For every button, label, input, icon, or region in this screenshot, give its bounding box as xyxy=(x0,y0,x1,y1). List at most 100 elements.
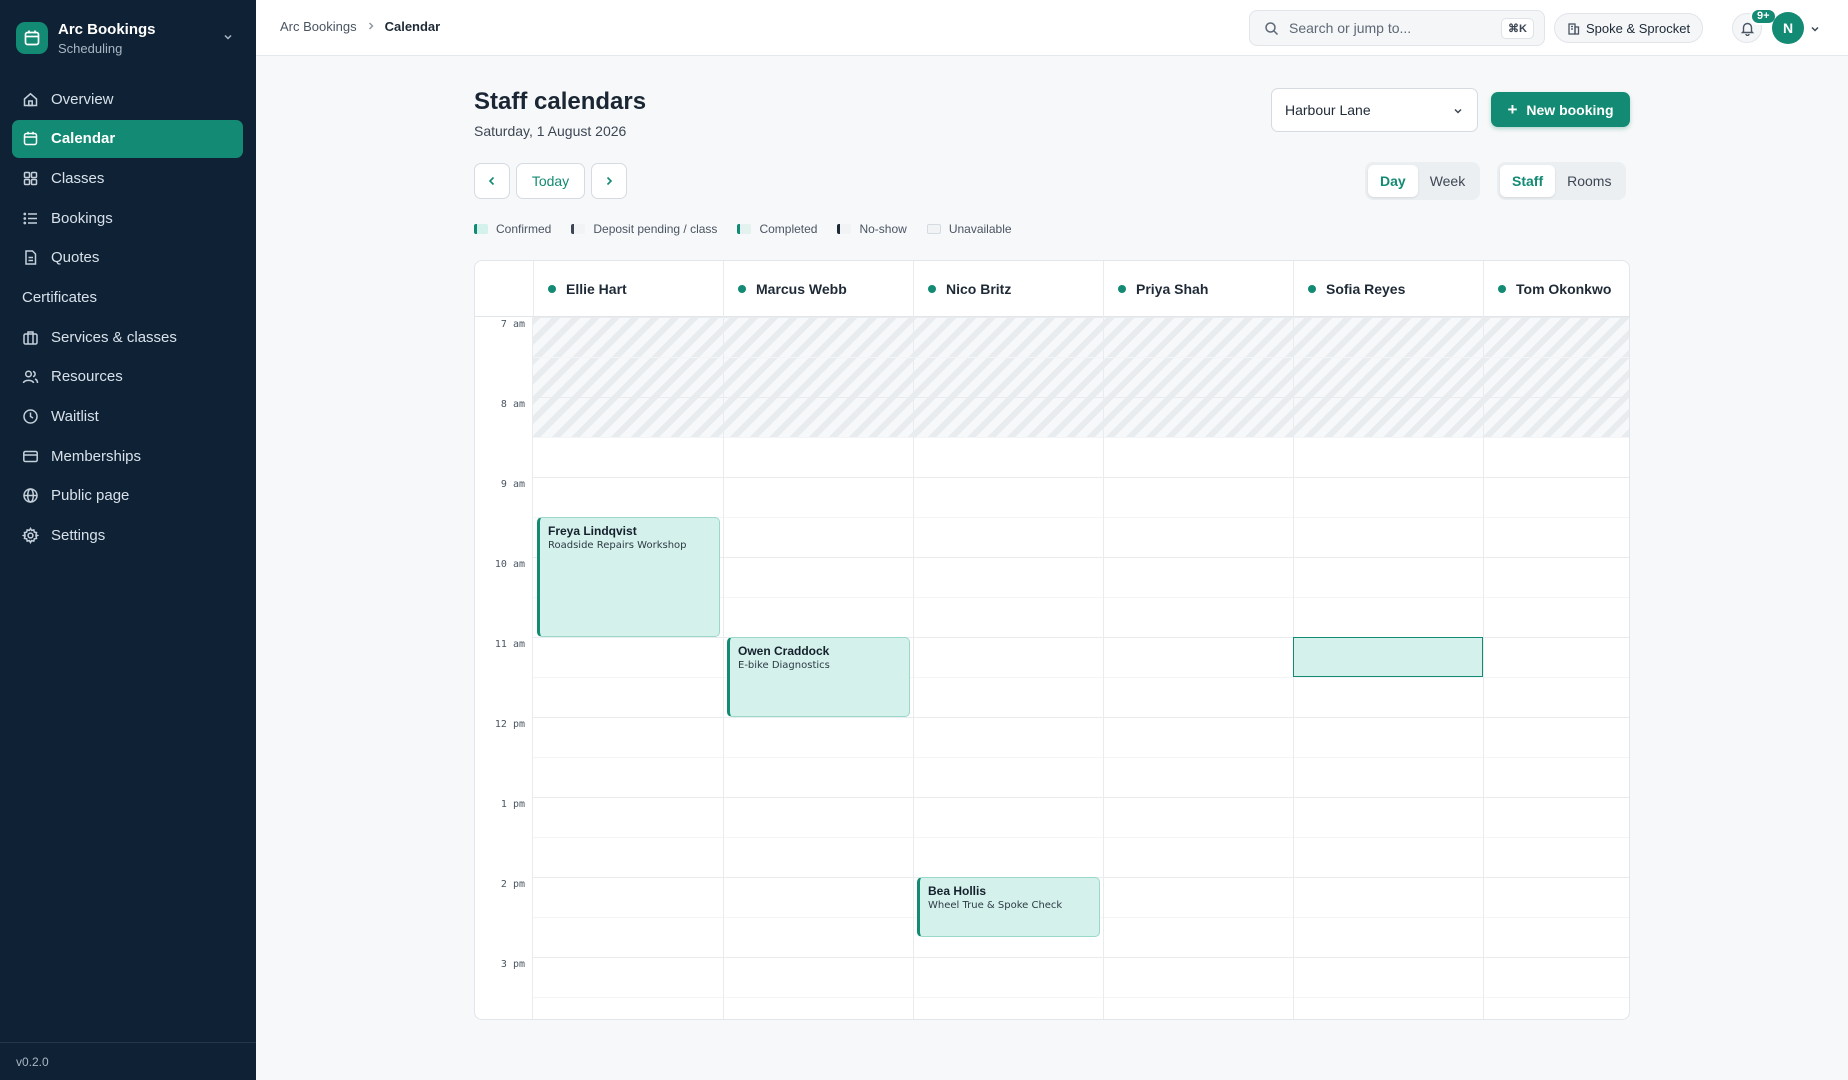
avatar[interactable]: N xyxy=(1772,12,1804,44)
sidebar-item-label: Certificates xyxy=(22,288,98,306)
next-day-button[interactable] xyxy=(591,163,627,199)
sidebar-item-services[interactable]: Services & classes xyxy=(12,318,243,356)
event-customer: Owen Craddock xyxy=(738,644,830,658)
legend-item: Confirmed xyxy=(474,222,551,236)
status-dot xyxy=(1118,285,1126,293)
grid-line xyxy=(533,477,1629,478)
grid-line xyxy=(533,957,1629,958)
today-button[interactable]: Today xyxy=(516,163,585,199)
status-dot xyxy=(1308,285,1316,293)
sidebar-item-resources[interactable]: Resources xyxy=(12,358,243,396)
sidebar-item-classes[interactable]: Classes xyxy=(12,159,243,197)
sidebar-item-label: Quotes xyxy=(51,249,100,267)
mode-rooms-button[interactable]: Rooms xyxy=(1555,165,1623,197)
booking-event[interactable]: Freya Lindqvist Roadside Repairs Worksho… xyxy=(537,517,720,637)
time-label: 1 pm xyxy=(500,799,525,810)
status-dot xyxy=(548,285,556,293)
grid-line xyxy=(1103,317,1104,1019)
staff-name: Ellie Hart xyxy=(566,281,627,297)
calendar-logo-icon xyxy=(16,22,48,54)
sidebar-item-label: Services & classes xyxy=(51,328,177,346)
search-icon xyxy=(1264,21,1279,36)
search-shortcut: ⌘K xyxy=(1501,18,1534,39)
sidebar-item-quotes[interactable]: Quotes xyxy=(12,239,243,277)
sidebar-item-certificates[interactable]: Certificates xyxy=(12,278,243,316)
breadcrumb-root[interactable]: Arc Bookings xyxy=(280,19,357,34)
gear-icon xyxy=(22,527,39,545)
sidebar-item-waitlist[interactable]: Waitlist xyxy=(12,398,243,436)
staff-column-header[interactable]: Sofia Reyes xyxy=(1293,261,1483,317)
sidebar-item-label: Calendar xyxy=(51,130,116,148)
grid-line xyxy=(533,357,1629,358)
sidebar-item-label: Public page xyxy=(51,487,130,505)
legend-item: Unavailable xyxy=(926,222,1012,236)
time-label: 11 am xyxy=(494,639,525,650)
sidebar-item-label: Settings xyxy=(51,527,106,545)
event-customer: Bea Hollis xyxy=(928,884,987,898)
organization-switcher[interactable]: Spoke & Sprocket xyxy=(1554,13,1704,43)
home-icon xyxy=(22,91,39,108)
staff-column-header[interactable]: Marcus Webb xyxy=(723,261,913,317)
chevron-down-icon[interactable] xyxy=(1809,22,1821,40)
location-value: Harbour Lane xyxy=(1285,102,1371,118)
plus-icon: + xyxy=(1507,99,1518,119)
staff-column-header[interactable]: Tom Okonkwo xyxy=(1483,261,1629,317)
grid-line xyxy=(533,797,1629,798)
sidebar-item-bookings[interactable]: Bookings xyxy=(12,199,243,237)
brand-name: Arc Bookings xyxy=(58,20,156,38)
location-select[interactable]: Harbour Lane xyxy=(1271,88,1478,132)
breadcrumb-current: Calendar xyxy=(384,19,441,34)
legend-swatch xyxy=(837,224,852,234)
time-label: 3 pm xyxy=(500,959,525,970)
grid-line xyxy=(533,757,1629,758)
sidebar-item-label: Classes xyxy=(51,169,105,187)
sidebar-item-public-page[interactable]: Public page xyxy=(12,477,243,515)
grid-line xyxy=(533,317,1629,318)
event-service: Wheel True & Spoke Check xyxy=(928,900,1063,911)
legend-item: No-show xyxy=(837,222,907,236)
calendar-icon xyxy=(22,130,39,147)
selected-time-slot[interactable] xyxy=(1293,637,1483,677)
sidebar-item-label: Resources xyxy=(51,368,123,386)
status-dot xyxy=(1498,285,1506,293)
grid-line xyxy=(1483,317,1484,1019)
mode-staff-button[interactable]: Staff xyxy=(1500,165,1556,197)
sidebar-item-label: Waitlist xyxy=(51,408,99,425)
sidebar: Arc Bookings Scheduling Overview Calenda… xyxy=(0,0,256,1080)
status-dot xyxy=(928,285,936,293)
booking-event[interactable]: Owen Craddock E-bike Diagnostics xyxy=(727,637,910,717)
view-week-button[interactable]: Week xyxy=(1418,165,1478,197)
sidebar-item-label: Memberships xyxy=(51,447,142,465)
sidebar-item-settings[interactable]: Settings xyxy=(12,517,243,555)
search-input[interactable]: Search or jump to... ⌘K xyxy=(1249,10,1545,46)
unavailable-block xyxy=(533,317,1629,437)
previous-day-button[interactable] xyxy=(474,163,510,199)
legend-swatch xyxy=(571,224,586,234)
time-label: 10 am xyxy=(494,559,525,570)
staff-column-header[interactable]: Priya Shah xyxy=(1103,261,1293,317)
sidebar-item-overview[interactable]: Overview xyxy=(12,80,243,118)
grid-line xyxy=(533,717,1629,718)
page-title: Staff calendars xyxy=(474,88,647,115)
view-day-button[interactable]: Day xyxy=(1368,165,1418,197)
staff-column-header[interactable]: Ellie Hart xyxy=(533,261,723,317)
chevron-left-icon xyxy=(486,175,498,187)
view-toggle: Day Week xyxy=(1365,162,1481,200)
staff-name: Priya Shah xyxy=(1136,281,1209,297)
legend-item: Completed xyxy=(737,222,817,236)
search-placeholder: Search or jump to... xyxy=(1289,20,1412,36)
sidebar-item-memberships[interactable]: Memberships xyxy=(12,437,243,475)
workspace-switcher[interactable]: Arc Bookings Scheduling xyxy=(16,18,242,58)
sidebar-item-calendar[interactable]: Calendar xyxy=(12,119,243,158)
grid-line xyxy=(533,997,1629,998)
staff-column-header[interactable]: Nico Britz xyxy=(913,261,1103,317)
time-axis: 7 am 8 am 9 am 10 am 11 am 12 pm 1 pm 2 … xyxy=(475,317,533,1019)
legend-item: Deposit pending / class xyxy=(571,222,717,236)
new-booking-button[interactable]: + New booking xyxy=(1491,92,1630,127)
chevron-right-icon xyxy=(603,175,615,187)
booking-event[interactable]: Bea Hollis Wheel True & Spoke Check xyxy=(917,877,1100,937)
event-customer: Freya Lindqvist xyxy=(548,524,637,538)
sidebar-nav: Overview Calendar Classes Bookings Quote… xyxy=(12,80,243,556)
top-bar: Arc Bookings Calendar Search or jump to.… xyxy=(256,0,1848,56)
chevron-down-icon xyxy=(1452,104,1464,120)
